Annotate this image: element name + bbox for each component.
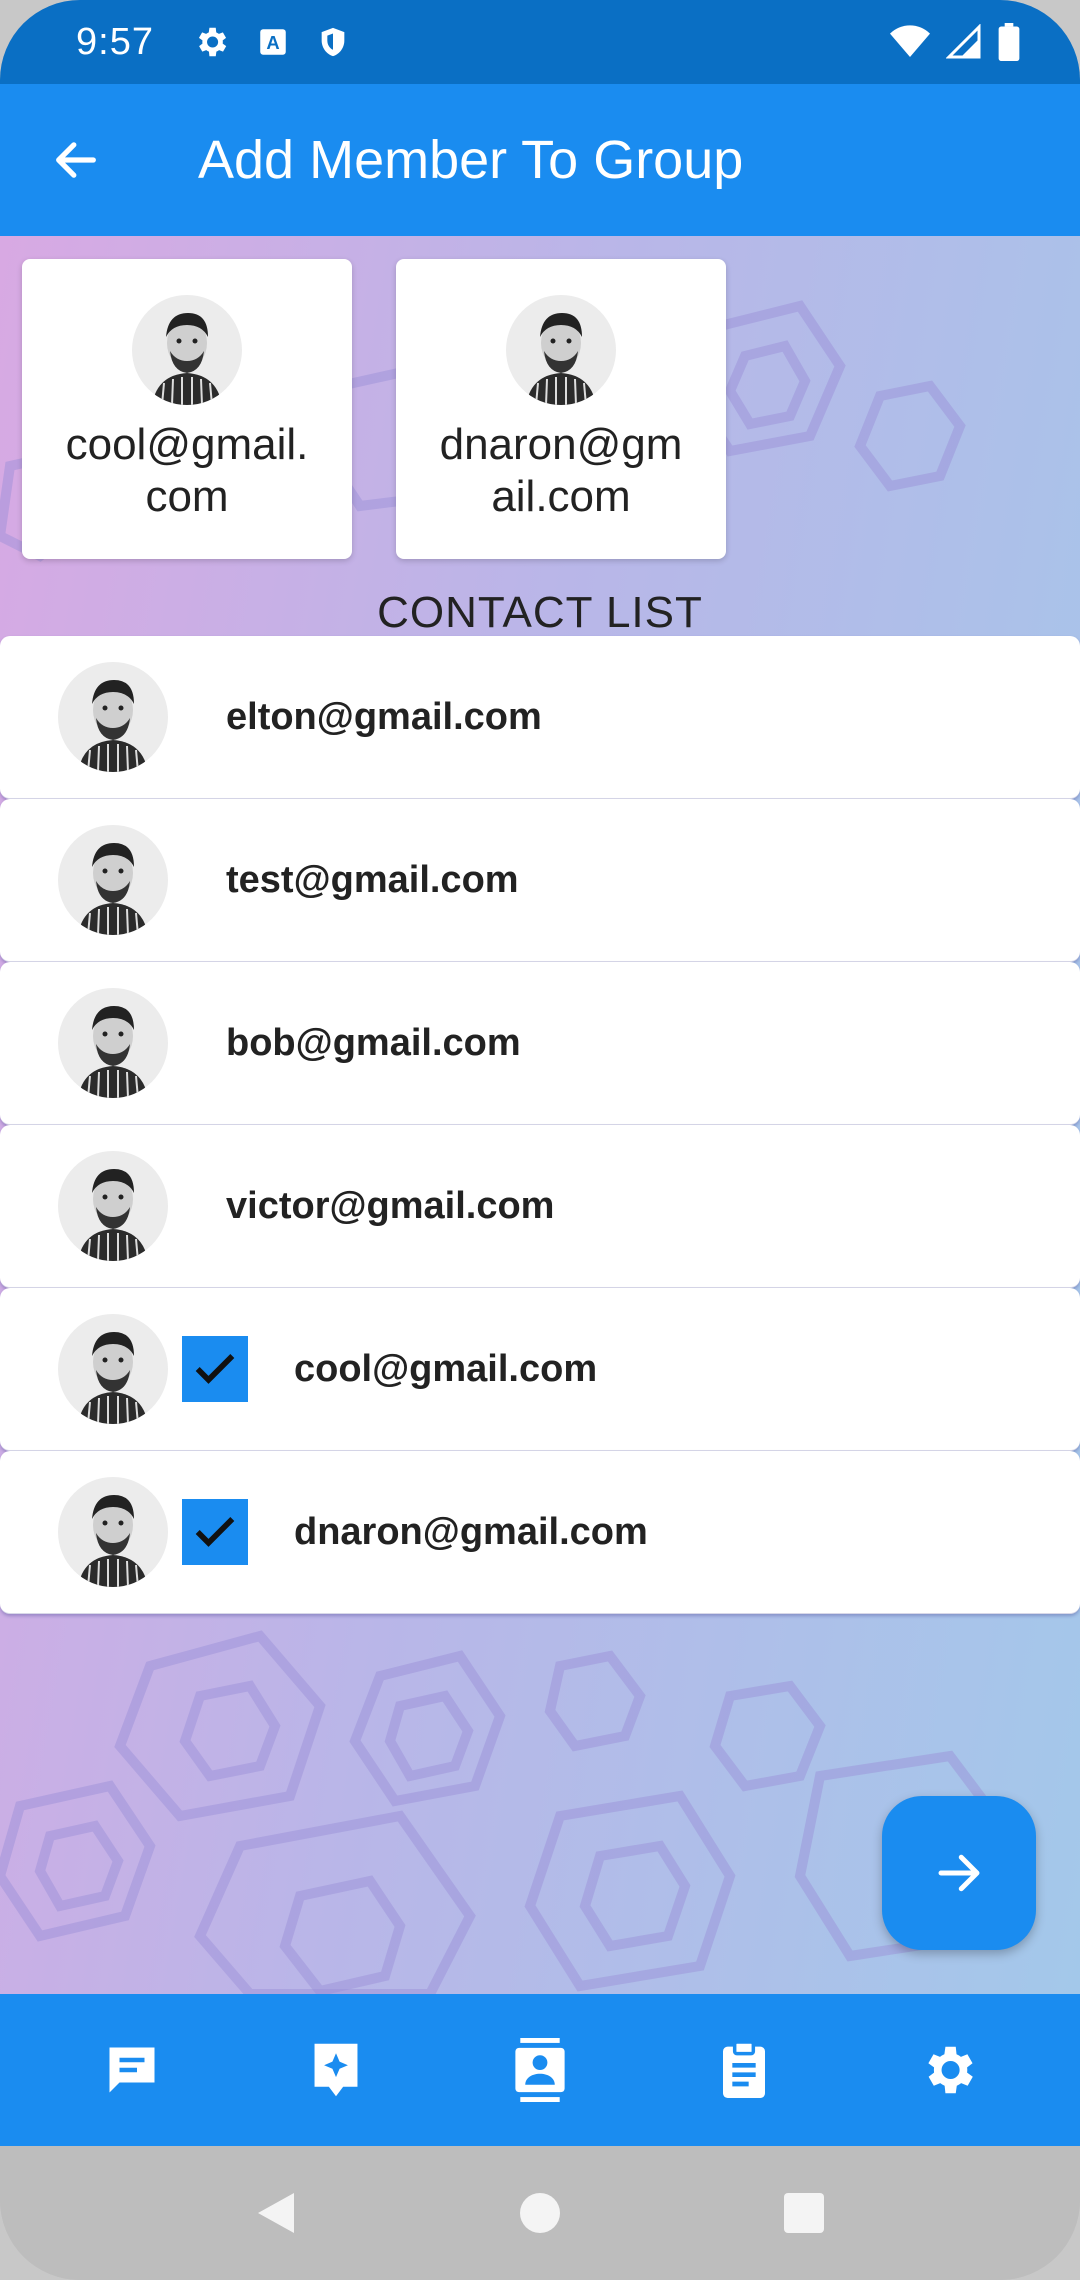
nav-clipboard[interactable] <box>684 2010 804 2130</box>
status-right-icons <box>890 23 1020 61</box>
contact-row[interactable]: test@gmail.com <box>0 799 1080 962</box>
avatar <box>58 1477 168 1587</box>
status-bar: 9:57 A <box>0 0 1080 84</box>
page-title: Add Member To Group <box>198 130 744 190</box>
contact-checkbox[interactable] <box>182 1499 248 1565</box>
device-frame: 9:57 A Add Member To Group cool@gmail.co… <box>0 0 1080 2280</box>
contact-row[interactable]: cool@gmail.com <box>0 1288 1080 1451</box>
arrow-left-icon <box>56 142 96 178</box>
recents-square-icon[interactable] <box>782 2191 826 2235</box>
back-button[interactable] <box>16 84 136 236</box>
avatar <box>58 988 168 1098</box>
nav-chats[interactable] <box>72 2010 192 2130</box>
settings-icon <box>928 2046 973 2094</box>
selected-member-email: cool@gmail.com <box>65 420 309 521</box>
contact-row[interactable]: victor@gmail.com <box>0 1125 1080 1288</box>
contact-email: elton@gmail.com <box>226 695 542 738</box>
avatar <box>58 1314 168 1424</box>
selected-member-card[interactable]: dnaron@gmail.com <box>396 259 726 559</box>
svg-text:A: A <box>266 32 279 53</box>
back-triangle-icon[interactable] <box>254 2189 298 2237</box>
contact-row[interactable]: bob@gmail.com <box>0 962 1080 1125</box>
gear-icon <box>198 27 227 57</box>
system-navigation-bar <box>0 2146 1080 2280</box>
nav-star-chat[interactable] <box>276 2010 396 2130</box>
selected-member-card[interactable]: cool@gmail.com <box>22 259 352 559</box>
contact-row[interactable]: dnaron@gmail.com <box>0 1451 1080 1614</box>
contact-row[interactable]: elton@gmail.com <box>0 636 1080 799</box>
contact-email: victor@gmail.com <box>226 1184 555 1227</box>
battery-icon <box>998 23 1020 61</box>
avatar <box>58 825 168 935</box>
main-content: cool@gmail.com dnaron@gmail.com CONTACT … <box>0 236 1080 1994</box>
contact-email: test@gmail.com <box>226 858 519 901</box>
avatar <box>58 1151 168 1261</box>
signal-icon <box>946 24 981 59</box>
status-left-icons: A <box>192 23 350 61</box>
wifi-icon <box>890 25 930 57</box>
avatar <box>506 295 616 405</box>
contact-email: bob@gmail.com <box>226 1021 521 1064</box>
avatar <box>132 295 242 405</box>
nav-contacts[interactable] <box>480 2010 600 2130</box>
clipboard-icon <box>723 2040 765 2098</box>
contact-list-heading: CONTACT LIST <box>377 588 703 637</box>
bottom-navigation <box>0 1994 1080 2146</box>
check-icon <box>195 1354 235 1384</box>
chat-icon <box>109 2047 155 2093</box>
a-icon: A <box>260 29 286 55</box>
check-icon <box>195 1517 235 1547</box>
selected-members: cool@gmail.com dnaron@gmail.com <box>22 259 726 559</box>
home-circle-icon[interactable] <box>518 2191 562 2235</box>
contact-email: cool@gmail.com <box>294 1347 598 1390</box>
star-chat-icon <box>314 2043 358 2097</box>
arrow-right-icon <box>938 1854 980 1892</box>
contact-list: elton@gmail.com test@gmail.com bob@gmail… <box>0 636 1080 1614</box>
nav-settings[interactable] <box>888 2010 1008 2130</box>
shield-icon <box>321 27 345 57</box>
contacts-icon <box>515 2038 565 2102</box>
selected-member-email: dnaron@gmail.com <box>439 420 683 521</box>
avatar <box>58 662 168 772</box>
next-fab-button[interactable] <box>882 1796 1036 1950</box>
contact-checkbox[interactable] <box>182 1336 248 1402</box>
contact-email: dnaron@gmail.com <box>294 1510 648 1553</box>
app-bar: Add Member To Group <box>0 84 1080 236</box>
status-time: 9:57 <box>76 20 154 63</box>
